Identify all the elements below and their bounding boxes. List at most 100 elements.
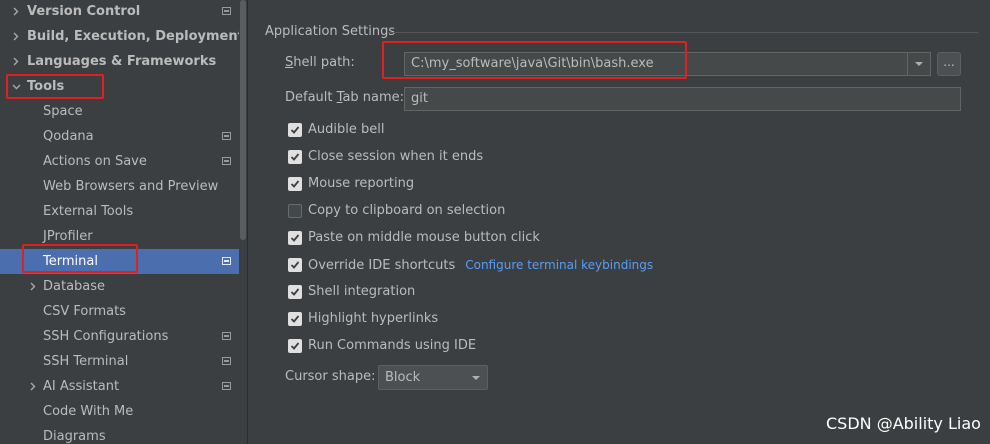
tab-name-label: Default Tab name: [285, 90, 404, 105]
sidebar-item-label: SSH Terminal [43, 354, 129, 369]
sidebar-item-terminal[interactable]: Terminal [0, 249, 239, 274]
checkmark-icon [290, 234, 300, 242]
chevron-right-icon[interactable] [10, 49, 22, 74]
sidebar-item-csv-formats[interactable]: CSV Formats [0, 299, 239, 324]
checkmark-icon [290, 342, 300, 350]
project-level-icon [222, 257, 231, 265]
sidebar-item-label: Terminal [43, 254, 98, 269]
chevron-right-icon[interactable] [10, 24, 22, 49]
project-level-icon [222, 157, 231, 165]
sidebar-item-label: Actions on Save [43, 154, 147, 169]
project-level-icon [222, 332, 231, 340]
checkmark-icon [290, 153, 300, 161]
sidebar-item-ssh-terminal[interactable]: SSH Terminal [0, 349, 239, 374]
sidebar-item-diagrams[interactable]: Diagrams [0, 424, 239, 444]
checkbox-checked[interactable] [288, 231, 302, 245]
checkmark-icon [290, 180, 300, 188]
option-label-text: Copy to clipboard on selection [308, 203, 506, 218]
project-level-icon [222, 382, 231, 390]
checkbox-unchecked[interactable] [288, 204, 302, 218]
project-level-icon [222, 132, 231, 140]
option-label: Override IDE shortcuts Configure terminal… [308, 255, 653, 276]
option-label-text: Close session when it ends [308, 149, 484, 164]
project-level-icon [222, 7, 231, 15]
tab-name-input[interactable]: git [404, 87, 961, 111]
sidebar-item-label: Version Control [27, 4, 141, 19]
option-label-text: Paste on middle mouse button click [308, 230, 540, 245]
checkbox-checked[interactable] [288, 123, 302, 137]
sidebar-item-build-execution-deployment[interactable]: Build, Execution, Deployment [0, 24, 244, 49]
settings-tree: Version Control Build, Execution, Deploym… [0, 0, 247, 444]
sidebar-item-label: Qodana [43, 129, 94, 144]
sidebar-item-actions-on-save[interactable]: Actions on Save [0, 149, 239, 174]
option-label: Highlight hyperlinks [308, 309, 438, 329]
sidebar-item-label: Web Browsers and Preview [43, 179, 219, 194]
tab-name-label-pre: Default [285, 90, 337, 105]
option-label: Close session when it ends [308, 147, 483, 167]
sidebar-item-ai-assistant[interactable]: AI Assistant [0, 374, 239, 399]
sidebar-item-languages-frameworks[interactable]: Languages & Frameworks [0, 49, 239, 74]
sidebar-item-tools[interactable]: Tools [0, 74, 239, 99]
shell-path-value: C:\my_software\java\Git\bin\bash.exe [411, 56, 654, 71]
sidebar-item-space[interactable]: Space [0, 99, 239, 124]
sidebar-item-label: Space [43, 104, 83, 119]
sidebar-item-label: CSV Formats [43, 304, 126, 319]
option-label-text: Highlight hyperlinks [308, 311, 439, 326]
sidebar-item-label: JProfiler [43, 229, 93, 244]
sidebar-item-jprofiler[interactable]: JProfiler [0, 224, 239, 249]
cursor-shape-label: Cursor shape: [285, 369, 376, 384]
watermark: CSDN @Ability Liao [826, 414, 981, 433]
checkbox-checked[interactable] [288, 339, 302, 353]
chevron-down-icon[interactable] [10, 74, 22, 99]
checkmark-icon [290, 261, 300, 269]
sidebar-item-web-browsers-and-preview[interactable]: Web Browsers and Preview [0, 174, 239, 199]
option-label-text: Run Commands using IDE [308, 338, 477, 353]
sidebar-item-label: External Tools [43, 204, 134, 219]
project-level-icon [222, 357, 231, 365]
option-label: Audible bell [308, 120, 384, 140]
browse-button[interactable]: ... [937, 52, 961, 76]
shell-path-label-text: hell path: [293, 55, 355, 70]
option-label-text: Shell integration [308, 284, 416, 299]
group-separator [388, 32, 978, 33]
sidebar-item-code-with-me[interactable]: Code With Me [0, 399, 239, 424]
option-label-text: Override IDE shortcuts [308, 258, 456, 273]
chevron-right-icon[interactable] [10, 0, 22, 24]
option-label: Run Commands using IDE [308, 336, 476, 356]
cursor-shape-select[interactable]: Block [378, 365, 488, 390]
chevron-right-icon[interactable] [27, 274, 39, 299]
tab-name-label-post: ab name: [342, 90, 405, 105]
sidebar-item-label: Languages & Frameworks [27, 54, 217, 69]
terminal-settings-panel: Application Settings Shell path: C:\my_s… [248, 0, 990, 444]
option-label: Copy to clipboard on selection [308, 201, 505, 221]
checkbox-checked[interactable] [288, 177, 302, 191]
chevron-right-icon[interactable] [27, 374, 39, 399]
chevron-down-icon [915, 62, 923, 66]
sidebar-item-external-tools[interactable]: External Tools [0, 199, 239, 224]
checkbox-checked[interactable] [288, 150, 302, 164]
sidebar-scrollbar[interactable] [239, 0, 247, 444]
option-label: Mouse reporting [308, 174, 414, 194]
sidebar-item-database[interactable]: Database [0, 274, 239, 299]
cursor-shape-value: Block [385, 370, 421, 385]
checkbox-checked[interactable] [288, 258, 302, 272]
shell-path-dropdown-button[interactable] [907, 53, 930, 75]
option-label: Shell integration [308, 282, 415, 302]
checkmark-icon [290, 315, 300, 323]
option-label-text: Mouse reporting [308, 176, 415, 191]
chevron-down-icon [472, 376, 480, 380]
sidebar-item-qodana[interactable]: Qodana [0, 124, 239, 149]
configure-keybindings-link[interactable]: Configure terminal keybindings [465, 258, 653, 272]
sidebar-item-label: AI Assistant [43, 379, 120, 394]
sidebar-item-label: Build, Execution, Deployment [27, 29, 244, 44]
group-title: Application Settings [265, 24, 396, 39]
sidebar-scroll-thumb[interactable] [240, 0, 246, 240]
checkbox-checked[interactable] [288, 285, 302, 299]
option-label-text: Audible bell [308, 122, 385, 137]
sidebar-item-version-control[interactable]: Version Control [0, 0, 239, 24]
sidebar-item-ssh-configurations[interactable]: SSH Configurations [0, 324, 239, 349]
sidebar-item-label: SSH Configurations [43, 329, 169, 344]
checkbox-checked[interactable] [288, 312, 302, 326]
sidebar-item-label: Tools [27, 79, 65, 94]
shell-path-combobox[interactable]: C:\my_software\java\Git\bin\bash.exe [404, 52, 931, 76]
